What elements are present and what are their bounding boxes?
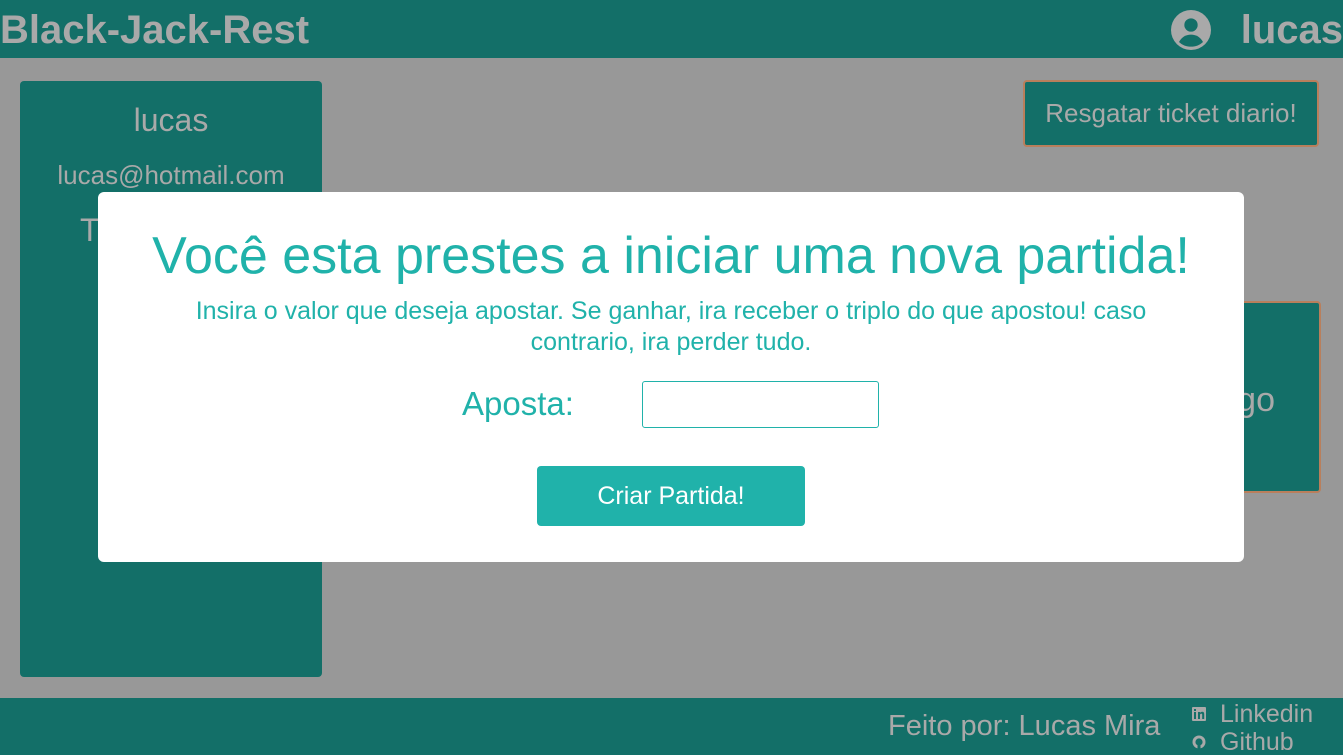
header-username[interactable]: lucas [1241, 8, 1343, 53]
daily-ticket-button[interactable]: Resgatar ticket diario! [1023, 80, 1319, 147]
account-circle-icon[interactable] [1170, 10, 1211, 50]
footer-credit: Feito por: Lucas Mira [888, 710, 1161, 742]
footer-link-linkedin[interactable]: Linkedin [1192, 700, 1313, 728]
github-icon [1192, 735, 1206, 749]
github-label: Github [1220, 727, 1294, 755]
footer-link-github[interactable]: Github [1192, 728, 1313, 755]
top-bar: Black-Jack-Rest lucas [0, 0, 1343, 58]
profile-name: lucas [133, 102, 209, 138]
linkedin-label: Linkedin [1220, 699, 1314, 728]
footer-links: Linkedin Github [1192, 700, 1313, 755]
user-menu[interactable]: lucas [1170, 8, 1343, 53]
new-game-modal: Você esta prestes a iniciar uma nova par… [98, 192, 1244, 562]
modal-title: Você esta prestes a iniciar uma nova par… [152, 227, 1190, 285]
footer: Feito por: Lucas Mira Linkedin Github [0, 698, 1343, 755]
profile-tickets: T [80, 212, 100, 248]
app-title[interactable]: Black-Jack-Rest [0, 8, 309, 53]
create-game-button[interactable]: Criar Partida! [537, 466, 805, 526]
profile-email: lucas@hotmail.com [57, 160, 285, 190]
linkedin-icon [1192, 707, 1206, 721]
bet-label: Aposta: [462, 385, 574, 422]
modal-description: Insira o valor que deseja apostar. Se ga… [195, 297, 1147, 356]
bet-input[interactable] [642, 381, 879, 428]
